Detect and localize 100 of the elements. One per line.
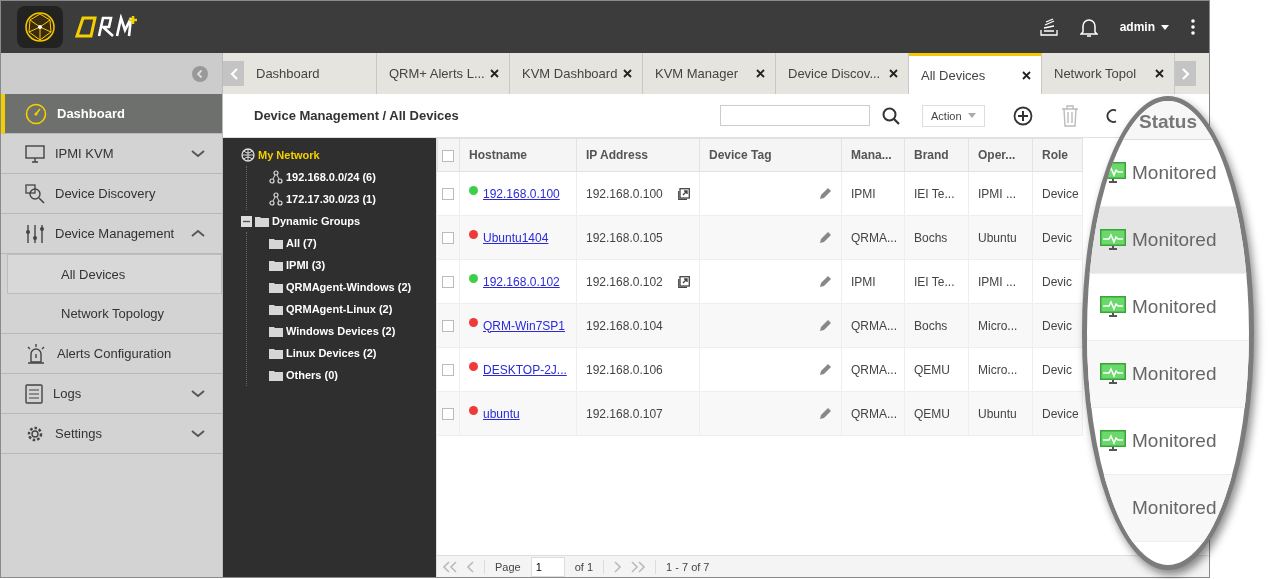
chevron-icon[interactable] — [190, 228, 206, 239]
chevron-icon[interactable] — [190, 388, 206, 399]
sidebar-subitem[interactable]: Network Topology — [1, 294, 222, 334]
row-checkbox[interactable] — [441, 188, 454, 201]
stack-icon[interactable] — [1039, 18, 1058, 36]
row-checkbox[interactable] — [441, 232, 454, 245]
column-header[interactable]: Mana... — [841, 138, 905, 172]
table-cell: QRMA... — [851, 230, 897, 245]
search-icon[interactable] — [882, 106, 900, 125]
pencil-icon[interactable] — [818, 318, 832, 333]
tree-item[interactable]: Dynamic Groups — [272, 215, 361, 227]
tree-item[interactable]: Others (0) — [286, 369, 338, 381]
sidebar-subitem[interactable]: All Devices — [7, 254, 222, 294]
hostname-link[interactable]: Ubuntu1404 — [483, 230, 549, 245]
alarm-icon — [25, 342, 47, 365]
column-header[interactable]: Oper... — [968, 138, 1033, 172]
user-menu[interactable]: admin — [1119, 20, 1169, 34]
status-text: Monitored — [1132, 296, 1217, 318]
tree-item[interactable]: QRMAgent-Windows (2) — [286, 281, 412, 293]
page-count: of 1 — [574, 560, 594, 573]
table-cell: IPMI — [851, 186, 876, 201]
tab[interactable]: All Devices — [909, 53, 1042, 94]
tree-item[interactable]: 192.168.0.0/24 (6) — [286, 171, 376, 183]
close-icon[interactable] — [889, 69, 898, 78]
hostname-link[interactable]: 192.168.0.100 — [483, 186, 560, 201]
tab[interactable]: KVM Manager — [643, 53, 776, 94]
tab[interactable]: QRM+ Alerts L... — [377, 53, 510, 94]
table-cell: QEMU — [914, 362, 950, 377]
sidebar-item[interactable]: Device Discovery — [1, 174, 222, 214]
bell-icon[interactable] — [1079, 17, 1098, 37]
table-cell: 192.168.0.106 — [586, 362, 663, 377]
column-header[interactable]: Device Tag — [699, 138, 842, 172]
collapse-icon[interactable] — [192, 65, 208, 82]
folder-icon — [269, 258, 283, 272]
chevron-icon[interactable] — [190, 428, 206, 439]
chevron-icon[interactable] — [190, 148, 206, 159]
table-cell: QRMA... — [851, 406, 897, 421]
hostname-link[interactable]: ubuntu — [483, 406, 520, 421]
page-field[interactable]: 1 — [530, 556, 565, 577]
tree-item[interactable]: QRMAgent-Linux (2) — [286, 303, 393, 315]
tree-item[interactable]: All (7) — [286, 237, 317, 249]
table-cell: 192.168.0.100 — [586, 186, 663, 201]
close-icon[interactable] — [623, 69, 632, 78]
close-icon[interactable] — [1022, 70, 1031, 80]
sidebar-item[interactable]: Dashboard — [1, 94, 222, 134]
tree-item[interactable]: My Network — [258, 149, 320, 161]
table-cell: 192.168.0.105 — [586, 230, 663, 245]
sidebar-item[interactable]: IPMI KVM — [1, 134, 222, 174]
external-link-icon[interactable] — [678, 187, 690, 200]
refresh-icon[interactable] — [1104, 106, 1117, 125]
table-cell: Devic — [1042, 274, 1072, 289]
breadcrumb: Device Management / All Devices — [254, 108, 460, 123]
pencil-icon[interactable] — [818, 362, 832, 377]
row-checkbox[interactable] — [441, 408, 454, 421]
network-icon — [269, 170, 283, 184]
more-icon[interactable] — [1191, 19, 1195, 35]
pencil-icon[interactable] — [818, 406, 832, 421]
action-dropdown[interactable]: Action — [922, 104, 985, 127]
sidebar-item[interactable]: Settings — [1, 414, 222, 454]
gauge-icon — [25, 102, 47, 125]
brand-logo-drawing — [73, 14, 137, 40]
monitor-icon — [1100, 229, 1126, 251]
hostname-link[interactable]: 192.168.0.102 — [483, 274, 560, 289]
table-cell: IPMI ... — [978, 274, 1016, 289]
add-icon[interactable] — [1012, 105, 1033, 126]
tab[interactable]: KVM Dashboard — [510, 53, 643, 94]
column-header[interactable]: Hostname — [459, 138, 577, 172]
tree-item[interactable]: IPMI (3) — [286, 259, 326, 271]
search-field[interactable] — [720, 105, 870, 126]
column-header[interactable]: Brand — [904, 138, 969, 172]
tab[interactable]: Dashboard — [244, 53, 377, 94]
tree-item[interactable]: Linux Devices (2) — [286, 347, 377, 359]
trash-icon[interactable] — [1060, 104, 1079, 127]
collapse-toggle[interactable] — [241, 215, 252, 227]
row-checkbox[interactable] — [441, 364, 454, 377]
column-header[interactable]: Role — [1032, 138, 1083, 172]
select-all-checkbox[interactable] — [442, 149, 454, 162]
close-icon[interactable] — [1155, 69, 1164, 78]
close-icon[interactable] — [756, 69, 765, 78]
pencil-icon[interactable] — [818, 274, 832, 289]
network-icon — [269, 192, 283, 206]
hostname-link[interactable]: DESKTOP-2J... — [483, 362, 567, 377]
status-text: Monitored — [1132, 430, 1217, 452]
external-link-icon[interactable] — [678, 275, 690, 288]
pencil-icon[interactable] — [818, 186, 832, 201]
row-checkbox[interactable] — [441, 276, 454, 289]
status-text: Monitored — [1132, 497, 1217, 519]
sidebar-item[interactable]: Alerts Configuration — [1, 334, 222, 374]
row-checkbox[interactable] — [441, 320, 454, 333]
folder-icon — [255, 214, 269, 228]
chevron-right-icon — [614, 560, 622, 573]
caret-icon — [967, 113, 976, 118]
tree-item[interactable]: 172.17.30.0/23 (1) — [286, 193, 376, 205]
table-cell: Devic — [1042, 230, 1072, 245]
column-header[interactable]: IP Address — [576, 138, 700, 172]
sliders-icon — [25, 223, 45, 244]
tree-item[interactable]: Windows Devices (2) — [286, 325, 396, 337]
close-icon[interactable] — [490, 69, 499, 78]
pencil-icon[interactable] — [818, 230, 832, 245]
sidebar-item[interactable]: Logs — [1, 374, 222, 414]
